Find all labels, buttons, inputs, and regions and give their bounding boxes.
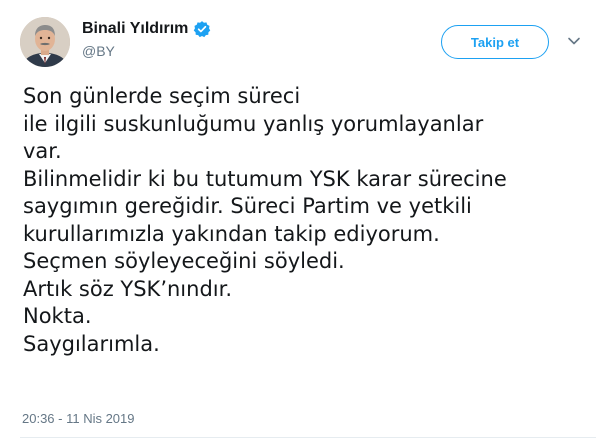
tweet-line: Saygılarımla. xyxy=(23,331,160,356)
tweet-card: Binali Yıldırım @BY Takip et Son günlerd… xyxy=(0,0,608,443)
tweet-line: Son günlerde seçim süreci xyxy=(23,84,301,108)
avatar[interactable] xyxy=(20,17,70,67)
tweet-line: Nokta. xyxy=(23,304,92,328)
verified-badge-icon xyxy=(193,20,211,38)
follow-button[interactable]: Takip et xyxy=(441,25,549,59)
tweet-line: kurullarımızla yakından takip ediyorum. xyxy=(23,221,440,246)
chevron-down-icon[interactable] xyxy=(567,34,581,48)
avatar-portrait-icon xyxy=(20,17,70,67)
tweet-line: Artık söz YSK’nındır. xyxy=(23,276,232,301)
tweet-line: saygımın gereğidir. Süreci Partim ve yet… xyxy=(23,194,472,218)
tweet-timestamp[interactable]: 20:36 - 11 Nis 2019 xyxy=(22,411,135,426)
tweet-line: var. xyxy=(23,139,62,163)
tweet-line: ile ilgili suskunluğumu yanlış yorumlaya… xyxy=(23,111,484,136)
tweet-line: Bilinmelidir ki bu tutumum YSK karar sür… xyxy=(23,166,507,191)
author-handle[interactable]: @BY xyxy=(82,43,115,59)
author-display-name[interactable]: Binali Yıldırım xyxy=(82,20,188,38)
tweet-line: Seçmen söyleyeceğini söyledi. xyxy=(23,249,345,273)
author-name-row[interactable]: Binali Yıldırım xyxy=(82,20,211,38)
tweet-text: Son günlerde seçim süreci ile ilgili sus… xyxy=(23,83,598,358)
divider xyxy=(20,437,596,438)
